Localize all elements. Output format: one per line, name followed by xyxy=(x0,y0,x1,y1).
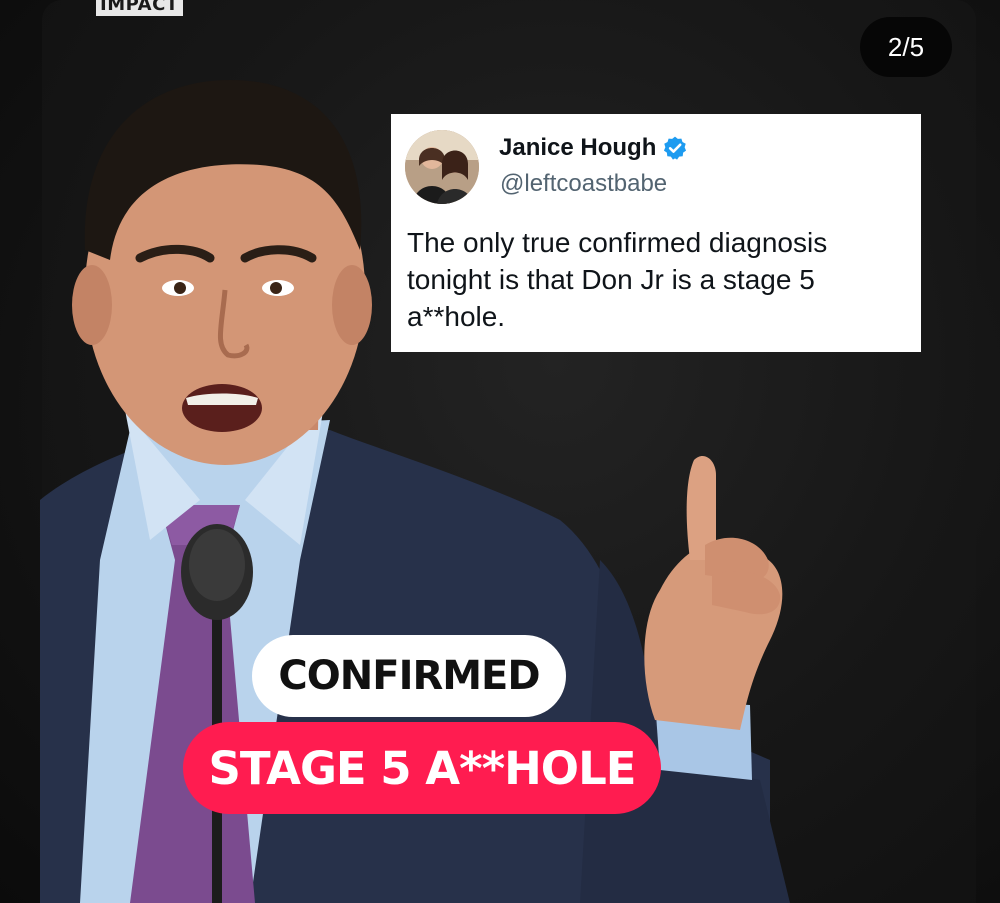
tweet-body: The only true confirmed diagnosis tonigh… xyxy=(407,227,828,332)
tweet-author-name: Janice Hough xyxy=(499,134,688,162)
tweet-display-name: Janice Hough xyxy=(499,134,657,161)
caption-stage5: STAGE 5 A**HOLE xyxy=(183,722,661,814)
tweet-avatar xyxy=(405,130,479,204)
slide-stage: IMPACT 2/5 Janice Hough @leftcoastbabe T… xyxy=(0,0,1000,903)
tweet-card: Janice Hough @leftcoastbabe The only tru… xyxy=(391,114,921,352)
tweet-handle: @leftcoastbabe xyxy=(500,170,668,197)
caption-confirmed: CONFIRMED xyxy=(252,635,566,717)
slide-counter: 2/5 xyxy=(860,17,952,77)
verified-badge-icon xyxy=(664,136,687,160)
